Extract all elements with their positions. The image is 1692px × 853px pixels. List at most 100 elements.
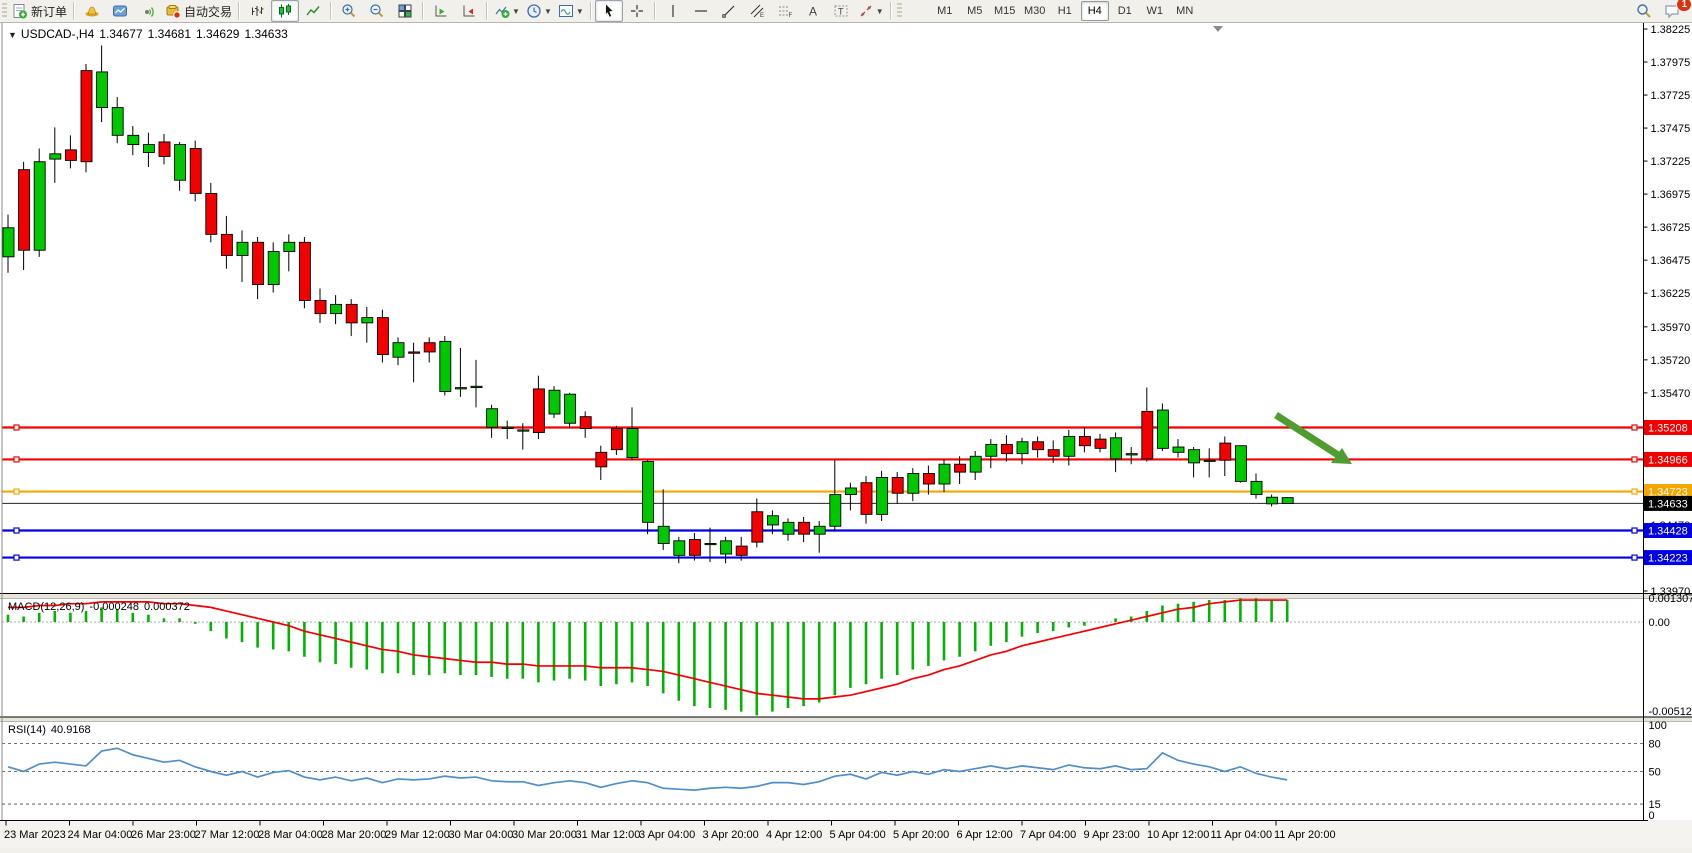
toolbar-signals-button[interactable] [134,0,162,22]
toolbar-chart-shift-button[interactable] [455,0,483,22]
candle-body-bull [970,456,981,472]
new-order-label: 新订单 [31,3,67,20]
candlestick-chart: 1.382251.379751.377251.374751.372251.369… [0,23,1692,848]
toolbar-notifications-button[interactable]: 1 [1658,0,1686,22]
toolbar-tile-windows-button[interactable] [391,0,419,22]
toolbar-market-watch-button[interactable] [78,0,106,22]
hline-support-2-handle[interactable] [1632,555,1637,560]
hline-resistance-1-handle[interactable] [1632,425,1637,430]
zoom-in-icon [341,3,357,19]
vline-icon [665,3,681,19]
chart-title: ▼USDCAD-,H41.346771.346811.346291.34633 [8,27,293,41]
toolbar-zoom-out-button[interactable] [363,0,391,22]
svg-text:T: T [838,7,844,17]
low-value: 1.34629 [196,27,239,41]
chevron-down-icon[interactable]: ▼ [544,7,552,16]
hline-resistance-2-handle[interactable] [1632,457,1637,462]
toolbar-bar-chart-button[interactable] [243,0,271,22]
toolbar-fibonacci-retracement-button[interactable]: F [771,0,799,22]
candle-body-bull [1017,442,1028,454]
search-icon [1636,3,1652,19]
toolbar-new-order-button[interactable]: 新订单 [9,0,70,22]
hline-support-1-handle[interactable] [14,528,19,533]
signal-icon [140,3,156,19]
toolbar-search-button[interactable] [1630,0,1658,22]
hline-support-2-handle[interactable] [14,555,19,560]
candle-body-bull [128,135,139,144]
toolbar-text-label-button[interactable]: T [827,0,855,22]
cursor-icon [601,3,617,19]
toolbar-auto-trading-button[interactable]: 自动交易 [162,0,235,22]
panel-splitter[interactable] [0,717,1692,722]
toolbar-vertical-line-button[interactable] [659,0,687,22]
time-tick-label: 5 Apr 20:00 [893,829,949,841]
time-tick-label: 23 Mar 2023 [4,829,66,841]
toolbar-line-chart-button[interactable] [299,0,327,22]
toolbar-arrows-button[interactable]: ▼ [855,0,887,22]
hline-support-1-handle[interactable] [1632,528,1637,533]
toolbar-templates-button[interactable]: ▼ [555,0,587,22]
toolbar-cursor-button[interactable] [595,0,623,22]
main-toolbar: 新订单 自动交易 ▼ ▼ ▼ EFA T ▼ M1M5M15M30H1H4D1W1MN 1 [0,0,1692,23]
chevron-down-icon[interactable]: ▼ [576,7,584,16]
toolbar-candlestick-chart-button[interactable] [271,0,299,22]
toolbar-horizontal-line-button[interactable] [687,0,715,22]
candle-body-bull [1235,446,1246,482]
hline-pivot-orange-handle[interactable] [1632,489,1637,494]
toolbar-charts-button[interactable] [106,0,134,22]
candle-body-bear [1048,450,1059,457]
tile-icon [397,3,413,19]
toolbar-periods-button[interactable]: ▼ [523,0,555,22]
timeframe-h4-button[interactable]: H4 [1081,1,1109,21]
toolbar-equidistant-channel-button[interactable]: E [743,0,771,22]
autoscroll-icon [433,3,449,19]
timeframe-d1-button[interactable]: D1 [1111,1,1139,21]
candle-body-bull [284,242,295,251]
toolbar-separator [590,2,592,20]
toolbar-indicators-button[interactable]: ▼ [491,0,523,22]
timeframe-m1-button[interactable]: M1 [931,1,959,21]
timeframe-w1-button[interactable]: W1 [1141,1,1169,21]
timeframe-m15-button[interactable]: M15 [991,1,1019,21]
chevron-down-icon[interactable]: ▼ [876,7,884,16]
hline-resistance-2-handle[interactable] [14,457,19,462]
chevron-down-icon[interactable]: ▼ [512,7,520,16]
zoom-out-icon [369,3,385,19]
macd-signal-value: 0.000372 [144,601,190,613]
toolbar-separator [890,2,892,20]
toolbar-grip[interactable] [2,3,7,19]
price-badge-support-2: 1.34223 [1644,550,1692,565]
toolbar-grip[interactable] [897,3,902,19]
price-tick-label: 1.36725 [1651,222,1691,234]
candle-body-bear [596,452,607,467]
rsi-indicator-label: RSI(14)40.9168 [8,724,96,736]
price-tick-label: 1.37225 [1651,156,1691,168]
toolbar-zoom-in-button[interactable] [335,0,363,22]
time-tick-label: 10 Apr 12:00 [1147,829,1209,841]
chevron-down-icon[interactable]: ▼ [8,30,17,40]
candle-body-bull [1126,454,1137,455]
time-tick-label: 7 Apr 04:00 [1020,829,1076,841]
hline-resistance-1-handle[interactable] [14,425,19,430]
toolbar-separator [486,2,488,20]
timeframe-m30-button[interactable]: M30 [1021,1,1049,21]
candle-body-bull [939,464,950,484]
candle-body-bull [877,477,888,514]
price-badge-resistance-2: 1.34966 [1644,452,1692,467]
candle-body-bear [1095,439,1106,448]
timeframe-m5-button[interactable]: M5 [961,1,989,21]
toolbar-text-button[interactable]: A [799,0,827,22]
hline-pivot-orange-handle[interactable] [14,489,19,494]
label-icon: T [833,3,849,19]
toolbar-trendline-button[interactable] [715,0,743,22]
hline-icon [693,3,709,19]
toolbar-auto-scroll-button[interactable] [427,0,455,22]
macd-axis-label: 0.001307 [1649,593,1692,605]
rsi-axis-label: 0 [1649,810,1655,822]
candle-body-bear [892,477,903,493]
timeframe-h1-button[interactable]: H1 [1051,1,1079,21]
candle-body-bull [549,390,560,414]
toolbar-crosshair-button[interactable] [623,0,651,22]
panel-splitter[interactable] [0,594,1692,599]
timeframe-mn-button[interactable]: MN [1171,1,1199,21]
